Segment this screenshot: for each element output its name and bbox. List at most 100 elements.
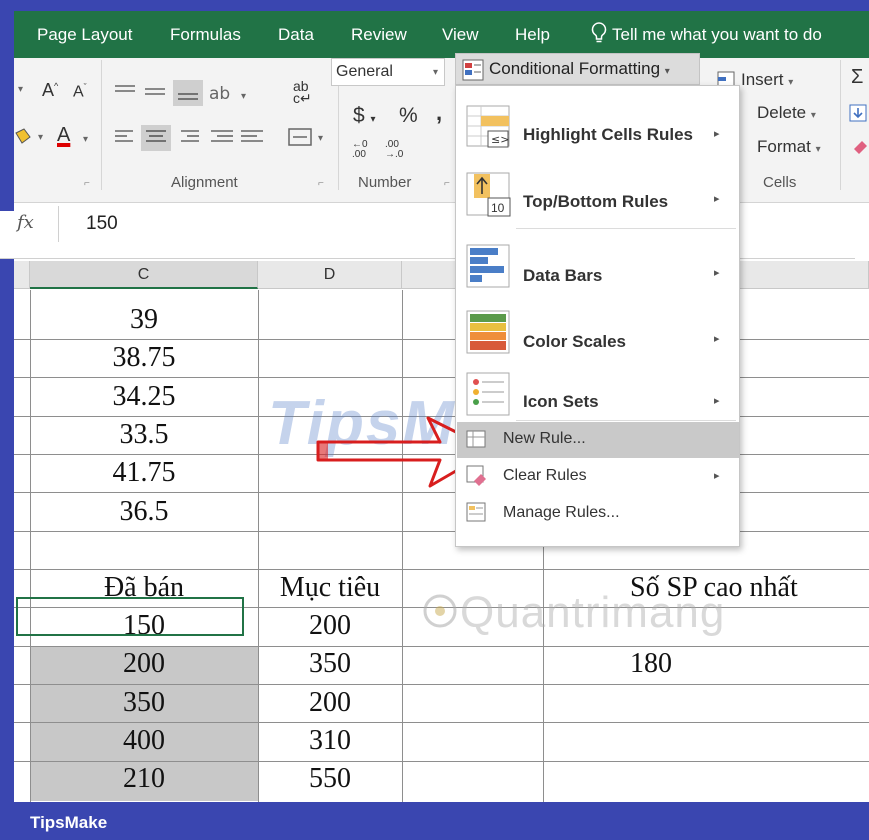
number-format-dropdown[interactable]: General ▾ <box>331 58 445 86</box>
column-header-b[interactable] <box>14 261 30 289</box>
highlight-cells-rules-icon: ≤> <box>466 105 510 148</box>
currency-button[interactable]: $ ▾ <box>353 104 376 128</box>
alignment-group-label: Alignment <box>171 174 238 191</box>
delete-button[interactable]: Delete ▾ <box>757 103 816 123</box>
cell-sold[interactable]: 210 <box>30 763 258 795</box>
decrease-decimal-label: .0 <box>395 149 404 160</box>
alignment-dialog-launcher-icon[interactable]: ⌐ <box>318 178 324 189</box>
cell-value[interactable]: 34.25 <box>30 381 258 413</box>
cell-target[interactable]: 310 <box>258 725 402 757</box>
cell-sold[interactable]: 200 <box>30 648 258 680</box>
highlight-cells-rules-label: Highlight Cells Rules <box>523 125 694 144</box>
tab-formulas[interactable]: Formulas <box>170 25 241 45</box>
cell-target[interactable]: 200 <box>258 610 402 642</box>
insert-button[interactable]: Insert ▾ <box>741 70 793 90</box>
menu-item-top-bottom-rules[interactable]: 10 Top/Bottom Rules ▸ <box>456 162 739 224</box>
submenu-arrow-icon: ▸ <box>714 128 720 140</box>
grid-column-line <box>402 290 403 802</box>
decrease-decimal-button[interactable]: .00 →.0 <box>385 140 403 160</box>
conditional-formatting-icon <box>462 59 484 81</box>
icon-sets-icon <box>466 372 510 416</box>
formula-bar-separator <box>58 206 59 242</box>
grid-row-line <box>14 722 869 723</box>
number-dialog-launcher-icon[interactable]: ⌐ <box>444 178 450 189</box>
top-bottom-rules-label: Top/Bottom Rules <box>523 192 669 211</box>
lightbulb-icon <box>591 22 607 43</box>
tab-page-layout[interactable]: Page Layout <box>37 25 132 45</box>
column-header-c[interactable]: C <box>30 261 258 289</box>
format-button[interactable]: Format ▾ <box>757 137 821 157</box>
svg-text:ab: ab <box>209 84 230 104</box>
cell-target[interactable]: 200 <box>258 687 402 719</box>
cells-group-label: Cells <box>763 174 797 191</box>
header-max-product[interactable]: Số SP cao nhất <box>600 572 869 604</box>
format-label: Format <box>757 137 811 156</box>
cell-sold[interactable]: 400 <box>30 725 258 757</box>
cell-value[interactable]: 39 <box>30 304 258 336</box>
wrap-text-button[interactable]: ab c↵ <box>293 79 312 105</box>
horizontal-alignment-icons[interactable] <box>113 125 273 151</box>
fill-color-icon[interactable]: ▾ <box>14 127 54 149</box>
svg-text:▾: ▾ <box>38 132 43 143</box>
comma-style-button[interactable]: , <box>436 100 442 126</box>
vertical-alignment-icons[interactable]: ab ▾ <box>113 80 263 106</box>
tab-review[interactable]: Review <box>351 25 407 45</box>
increase-decimal-button[interactable]: ←0.00 <box>352 140 368 160</box>
font-size-dropdown-icon[interactable]: ▾ <box>18 84 23 95</box>
cell-target[interactable]: 550 <box>258 763 402 795</box>
grid-row-line <box>14 569 869 570</box>
clear-rules-label: Clear Rules <box>503 467 587 484</box>
quantrimang-logo-icon <box>423 594 457 628</box>
new-rule-icon <box>466 430 486 448</box>
menu-item-data-bars[interactable]: Data Bars ▸ <box>456 236 739 302</box>
cell-value[interactable]: 36.5 <box>30 496 258 528</box>
submenu-arrow-icon: ▸ <box>714 267 720 279</box>
ribbon-tab-bar: Page Layout Formulas Data Review View He… <box>14 11 869 58</box>
submenu-arrow-icon: ▸ <box>714 193 720 205</box>
menu-item-manage-rules[interactable]: Manage Rules... <box>456 496 739 532</box>
percent-button[interactable]: % <box>399 104 418 128</box>
merge-center-icon[interactable]: ▾ <box>288 127 334 149</box>
fill-down-icon[interactable] <box>849 104 867 124</box>
conditional-formatting-text: Conditional Formatting <box>489 59 661 78</box>
clear-rules-icon <box>466 465 486 486</box>
cell-sold[interactable]: 350 <box>30 687 258 719</box>
conditional-formatting-button[interactable]: Conditional Formatting ▾ <box>455 53 700 85</box>
tab-help[interactable]: Help <box>515 25 550 45</box>
cell-value[interactable]: 41.75 <box>30 457 258 489</box>
cell-value[interactable]: 33.5 <box>30 419 258 451</box>
header-target[interactable]: Mục tiêu <box>258 572 402 604</box>
chevron-down-icon: ▾ <box>432 67 438 78</box>
menu-item-color-scales[interactable]: Color Scales ▸ <box>456 302 739 368</box>
font-color-button[interactable]: A <box>57 124 70 147</box>
menu-item-new-rule[interactable]: New Rule... <box>456 422 739 458</box>
svg-text:▾: ▾ <box>318 133 323 144</box>
manage-rules-icon <box>466 502 486 522</box>
column-header-d[interactable]: D <box>258 261 402 289</box>
insert-function-icon[interactable]: fx <box>17 212 34 233</box>
tell-me-search[interactable]: Tell me what you want to do <box>590 22 822 45</box>
font-color-dropdown-icon[interactable]: ▾ <box>83 134 88 145</box>
increase-font-size-button[interactable]: A^ <box>42 80 58 101</box>
new-rule-label: New Rule... <box>503 430 586 447</box>
cell-max-value[interactable]: 180 <box>543 648 869 680</box>
cell-value[interactable]: 38.75 <box>30 342 258 374</box>
formula-bar-input[interactable]: 150 <box>86 213 118 235</box>
font-dialog-launcher-icon[interactable]: ⌐ <box>84 178 90 189</box>
menu-item-clear-rules[interactable]: Clear Rules ▸ <box>456 459 739 495</box>
footer-bar: TipsMake <box>0 802 869 840</box>
top-bottom-icon-number: 10 <box>491 201 505 215</box>
insert-label: Insert <box>741 70 784 89</box>
cell-target[interactable]: 350 <box>258 648 402 680</box>
grid-row-line <box>14 684 869 685</box>
tab-view[interactable]: View <box>442 25 479 45</box>
menu-item-highlight-cells-rules[interactable]: ≤> Highlight Cells Rules ▸ <box>456 97 739 153</box>
active-cell-border <box>16 597 244 636</box>
conditional-formatting-label: Conditional Formatting ▾ <box>489 59 670 78</box>
tab-data[interactable]: Data <box>278 25 314 45</box>
clear-eraser-icon[interactable] <box>851 137 869 155</box>
autosum-icon[interactable]: Σ <box>851 66 863 89</box>
menu-item-icon-sets[interactable]: Icon Sets ▸ <box>456 368 739 424</box>
decrease-font-size-button[interactable]: Aˇ <box>73 82 87 101</box>
increase-font-glyph: A <box>42 80 55 100</box>
